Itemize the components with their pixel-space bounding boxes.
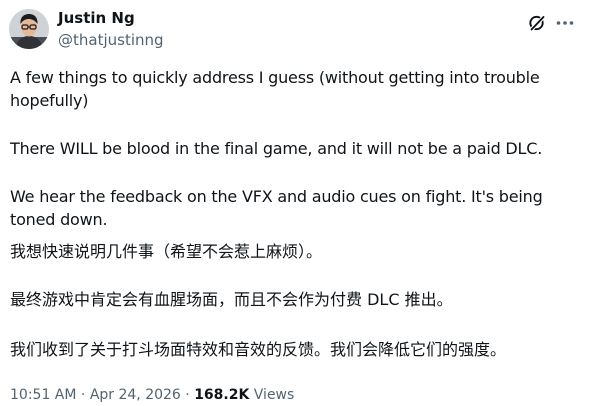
tweet-meta: 10:51 AM · Apr 24, 2026 · 168.2K Views [10,385,294,405]
meta-separator: · [185,387,190,403]
tweet-text-line: hopefully) [10,91,89,110]
meta-separator: · [80,387,86,403]
more-icon[interactable] [554,12,576,34]
tweet-text-line: toned down. [10,210,108,229]
tweet-text-line: We hear the feedback on the VFX and audi… [10,187,543,206]
grok-icon[interactable] [527,13,547,33]
tweet-card: Justin Ng @thatjustinng A few things to … [0,0,589,406]
tweet-text-line-zh: 我们收到了关于打斗场面特效和音效的反馈。我们会降低它们的强度。 [10,340,507,359]
tweet-text-line: There WILL be blood in the final game, a… [10,139,543,158]
author-handle[interactable]: @thatjustinng [58,30,164,50]
tweet-date[interactable]: Apr 24, 2026 [90,387,181,403]
avatar-image [9,9,49,49]
avatar[interactable] [9,9,49,49]
tweet-text-line-zh: 最终游戏中肯定会有血腥场面，而且不会作为付费 DLC 推出。 [10,290,453,309]
tweet-text-line-zh: 我想快速说明几件事（希望不会惹上麻烦）。 [10,242,323,261]
tweet-text-line: A few things to quickly address I guess … [10,68,540,87]
views-label: Views [253,387,295,403]
author-name[interactable]: Justin Ng [58,8,135,28]
tweet-time[interactable]: 10:51 AM [10,387,76,403]
views-count: 168.2K [194,387,250,403]
